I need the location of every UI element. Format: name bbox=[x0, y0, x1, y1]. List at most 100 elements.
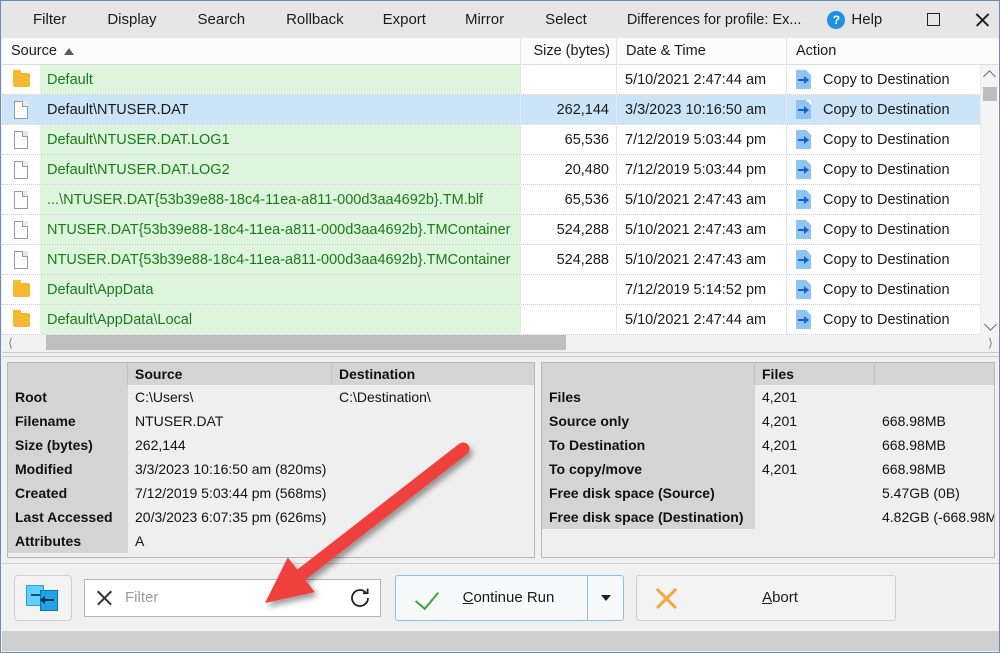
menu-item-filter[interactable]: Filter bbox=[33, 1, 66, 38]
folder-icon bbox=[13, 283, 30, 297]
row-date-time: 5/10/2021 2:47:43 am bbox=[617, 185, 787, 214]
stats-row-count: 4,201 bbox=[755, 433, 875, 457]
row-type-icon-cell bbox=[2, 275, 40, 304]
abort-button[interactable]: Abort bbox=[636, 575, 896, 621]
table-row[interactable]: Default\NTUSER.DAT.LOG220,4807/12/2019 5… bbox=[2, 155, 980, 185]
filter-input[interactable] bbox=[113, 588, 340, 607]
square-icon bbox=[927, 13, 940, 26]
column-header-action[interactable]: Action bbox=[787, 38, 999, 65]
copy-to-destination-icon bbox=[796, 250, 811, 269]
list-horizontal-scrollbar[interactable]: ⟨ ⟩ bbox=[2, 335, 999, 350]
row-date-time: 5/10/2021 2:47:43 am bbox=[617, 215, 787, 244]
menu-item-export[interactable]: Export bbox=[383, 1, 426, 38]
row-action-label: Copy to Destination bbox=[823, 132, 950, 148]
abort-accesskey: A bbox=[762, 589, 772, 606]
table-row[interactable]: NTUSER.DAT{53b39e88-18c4-11ea-a811-000d3… bbox=[2, 245, 980, 275]
swap-source-destination-icon bbox=[26, 585, 60, 611]
scroll-down-button[interactable] bbox=[981, 317, 999, 335]
column-header-source-label: Source bbox=[11, 38, 57, 65]
row-action-cell: Copy to Destination bbox=[787, 95, 980, 124]
copy-to-destination-icon bbox=[796, 70, 811, 89]
menu-item-rollback[interactable]: Rollback bbox=[286, 1, 344, 38]
file-icon bbox=[14, 251, 28, 269]
stats-row-count: 4,201 bbox=[755, 409, 875, 433]
row-size: 65,536 bbox=[521, 185, 617, 214]
details-header-row: Source Destination bbox=[8, 363, 534, 385]
application-window: Filter Display Search Rollback Export Mi… bbox=[0, 0, 1000, 653]
row-action-cell: Copy to Destination bbox=[787, 155, 980, 184]
menu-item-display[interactable]: Display bbox=[107, 1, 156, 38]
file-icon bbox=[14, 161, 28, 179]
table-row[interactable]: NTUSER.DAT{53b39e88-18c4-11ea-a811-000d3… bbox=[2, 215, 980, 245]
row-date-time: 5/10/2021 2:47:44 am bbox=[617, 305, 787, 334]
continue-run-dropdown-button[interactable] bbox=[587, 576, 623, 620]
column-header-size[interactable]: Size (bytes) bbox=[521, 38, 617, 65]
stats-row-count bbox=[755, 505, 875, 529]
table-row[interactable]: Default\AppData7/12/2019 5:14:52 pmCopy … bbox=[2, 275, 980, 305]
horizontal-scrollbar-track[interactable] bbox=[19, 335, 982, 350]
stats-row-size bbox=[875, 385, 994, 409]
details-row-source: C:\Users\ bbox=[128, 385, 332, 409]
continue-run-button[interactable]: Continue Run bbox=[395, 575, 624, 621]
details-row-label: Last Accessed bbox=[8, 505, 128, 529]
scroll-up-button[interactable] bbox=[981, 65, 998, 83]
file-icon bbox=[14, 221, 28, 239]
stats-row-label: Free disk space (Destination) bbox=[542, 505, 755, 529]
row-type-icon-cell bbox=[2, 95, 40, 124]
refresh-button[interactable] bbox=[340, 587, 380, 609]
row-size: 65,536 bbox=[521, 125, 617, 154]
stats-row-count bbox=[755, 481, 875, 505]
window-title: Differences for profile: Ex... bbox=[627, 12, 802, 28]
close-icon bbox=[974, 12, 990, 28]
help-button[interactable]: ? Help bbox=[827, 11, 882, 29]
horizontal-scrollbar-thumb[interactable] bbox=[46, 335, 566, 350]
table-row[interactable]: Default\NTUSER.DAT262,1443/3/2023 10:16:… bbox=[2, 95, 980, 125]
column-header-date[interactable]: Date & Time bbox=[617, 38, 787, 65]
copy-to-destination-icon bbox=[796, 160, 811, 179]
column-header-source[interactable]: Source bbox=[2, 38, 521, 65]
close-button[interactable] bbox=[965, 1, 999, 38]
copy-to-destination-icon bbox=[796, 190, 811, 209]
clear-x-icon[interactable] bbox=[96, 589, 113, 606]
menu-item-search[interactable]: Search bbox=[198, 1, 246, 38]
row-size bbox=[521, 305, 617, 334]
row-date-time: 7/12/2019 5:14:52 pm bbox=[617, 275, 787, 304]
file-details-panel: Source Destination RootC:\Users\C:\Desti… bbox=[7, 362, 535, 558]
row-date-time: 7/12/2019 5:03:44 pm bbox=[617, 155, 787, 184]
details-row-label: Size (bytes) bbox=[8, 433, 128, 457]
panel-splitter[interactable] bbox=[2, 350, 999, 360]
stats-header-size bbox=[875, 363, 994, 385]
row-source-name: Default\NTUSER.DAT.LOG2 bbox=[40, 155, 521, 184]
details-row-label: Attributes bbox=[8, 529, 128, 553]
details-row: RootC:\Users\C:\Destination\ bbox=[8, 385, 534, 409]
row-action-cell: Copy to Destination bbox=[787, 125, 980, 154]
scroll-left-button[interactable]: ⟨ bbox=[2, 335, 19, 350]
table-row[interactable]: Default\AppData\Local5/10/2021 2:47:44 a… bbox=[2, 305, 980, 335]
list-vertical-scrollbar[interactable] bbox=[980, 65, 998, 335]
stats-rows: Files4,201Source only4,201668.98MBTo Des… bbox=[542, 385, 994, 529]
table-row[interactable]: Default\NTUSER.DAT.LOG165,5367/12/2019 5… bbox=[2, 125, 980, 155]
copy-to-destination-icon bbox=[796, 130, 811, 149]
row-action-label: Copy to Destination bbox=[823, 102, 950, 118]
stats-row-size: 668.98MB bbox=[875, 433, 994, 457]
details-header-source: Source bbox=[128, 363, 332, 385]
continue-run-accesskey: C bbox=[463, 589, 474, 606]
vertical-scrollbar-thumb[interactable] bbox=[983, 87, 997, 101]
details-filler bbox=[8, 553, 534, 557]
scroll-right-button[interactable]: ⟩ bbox=[982, 335, 999, 350]
sort-ascending-icon bbox=[64, 48, 74, 55]
row-size bbox=[521, 275, 617, 304]
row-date-time: 3/3/2023 10:16:50 am bbox=[617, 95, 787, 124]
stats-row: To Destination4,201668.98MB bbox=[542, 433, 994, 457]
stats-row-count: 4,201 bbox=[755, 457, 875, 481]
row-size: 524,288 bbox=[521, 215, 617, 244]
row-type-icon-cell bbox=[2, 215, 40, 244]
maximize-button[interactable] bbox=[916, 1, 950, 38]
row-size: 262,144 bbox=[521, 95, 617, 124]
table-row[interactable]: Default5/10/2021 2:47:44 amCopy to Desti… bbox=[2, 65, 980, 95]
menu-item-select[interactable]: Select bbox=[545, 1, 587, 38]
swap-source-destination-button[interactable] bbox=[14, 575, 72, 621]
menu-item-mirror[interactable]: Mirror bbox=[465, 1, 504, 38]
filter-field-container[interactable] bbox=[84, 579, 381, 617]
table-row[interactable]: ...\NTUSER.DAT{53b39e88-18c4-11ea-a811-0… bbox=[2, 185, 980, 215]
